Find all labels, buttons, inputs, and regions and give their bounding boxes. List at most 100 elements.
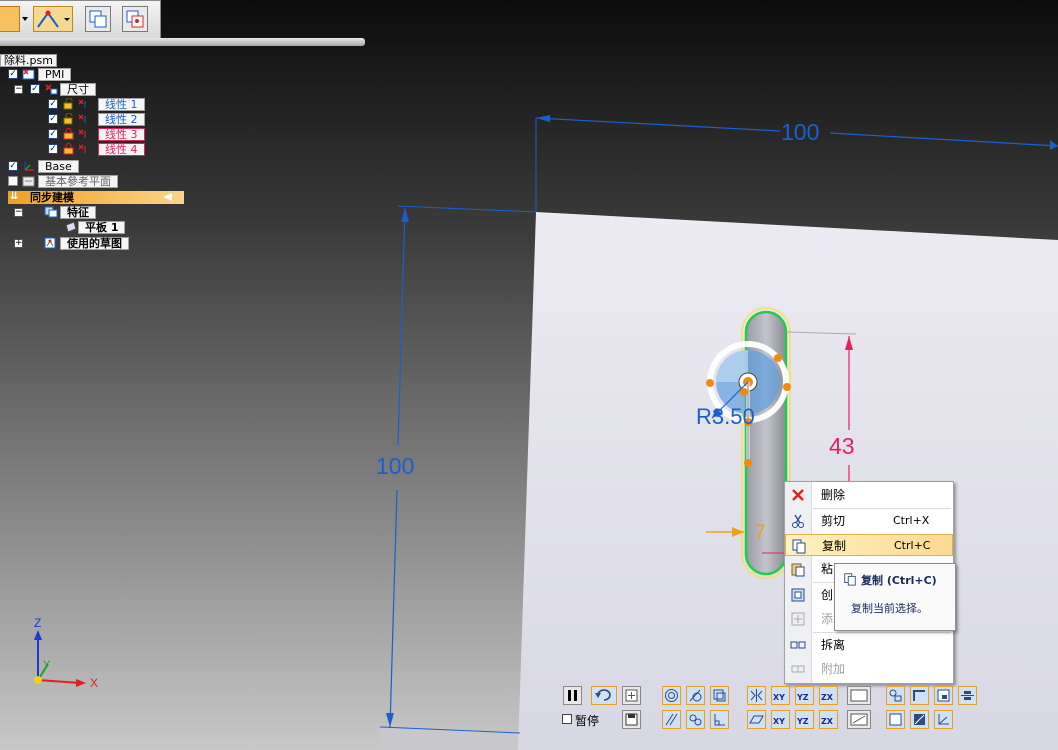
parallel-button[interactable] [662,710,681,729]
coplanar-button[interactable] [710,686,729,705]
undo-button[interactable] [591,686,617,705]
yz-label: YZ [797,717,809,726]
tooltip-title: 复制 (Ctrl+C) [861,574,937,587]
tree-label-base: Base [38,160,79,173]
zx-label: ZX [821,717,833,726]
face-icon [889,713,902,726]
menu-label-add: 添 [821,612,834,626]
tree-item-plate[interactable]: 平板 1 [78,221,126,234]
paste-icon [791,563,805,577]
dimension-radius-value[interactable]: R3.50 [696,404,755,430]
collapse-toggle-features[interactable]: − [14,208,23,217]
symmetric-zx-button[interactable]: ZX [819,686,838,705]
copy-view-button[interactable] [85,6,111,32]
handle-knob[interactable] [706,379,714,387]
handle-knob[interactable] [774,354,782,362]
checkbox-linear-4[interactable]: ✓ [48,144,58,154]
select-tool-button[interactable] [0,6,20,32]
undo-icon [595,689,611,701]
tree-item-linear-3[interactable]: 线性 3 [98,128,145,141]
add-button[interactable] [622,686,641,705]
handle-knob[interactable] [740,388,748,396]
tree-item-base-planes[interactable]: 基本參考平面 [38,175,118,188]
section-view-button[interactable] [122,6,148,32]
dimension-top-value[interactable]: 100 [781,119,819,146]
checkbox-linear-2[interactable]: ✓ [48,114,58,124]
tree-label-plate: 平板 1 [78,221,126,234]
save-button[interactable] [622,710,641,729]
section-icon [126,10,144,28]
sketch-tree-icon [44,237,56,249]
checkbox-linear-1[interactable]: ✓ [48,99,58,109]
tree-item-linear-2[interactable]: 线性 2 [98,113,145,126]
planar-custom-button[interactable] [847,710,871,729]
menu-item-copy[interactable]: 复制 Ctrl+C [785,534,953,556]
face-button[interactable] [886,710,905,729]
planar-icon [749,715,764,724]
tree-item-sync-modeling[interactable]: ⇊ 同步建模 [8,191,184,204]
planar-yz-button[interactable]: YZ [795,710,814,729]
menu-item-attach[interactable]: 附加 [785,658,953,680]
symmetric-xy-button[interactable]: XY [771,686,790,705]
linear-dimension-icon [78,114,86,123]
pmi-icon [22,69,35,80]
normal-icon [938,714,949,725]
create-icon [791,588,805,602]
equal-radius-button[interactable] [686,710,705,729]
tangent-button[interactable] [686,686,705,705]
tree-label-linear-3: 线性 3 [98,128,145,141]
menu-item-detach[interactable]: 拆离 [785,634,953,656]
face-lock-button[interactable] [934,686,953,705]
offset-button[interactable] [910,686,929,705]
tree-label-used-sketches: 使用的草图 [60,237,129,250]
yz-label: YZ [797,693,809,702]
bottom-command-bar: 暂停 XY YZ ZX XY YZ ZX [560,684,990,734]
concentric-button[interactable] [662,686,681,705]
tree-item-features[interactable]: 特征 [60,206,96,219]
tree-item-pmi[interactable]: PMI [38,68,72,81]
chevron-down-icon[interactable] [22,17,28,21]
rigid-icon [889,689,902,702]
linear-dimension-icon [78,99,86,108]
rigid-button[interactable] [886,686,905,705]
tree-item-base[interactable]: Base [38,160,79,173]
checkbox-linear-3[interactable]: ✓ [48,129,58,139]
planar-zx-button[interactable]: ZX [819,710,838,729]
dimension-width-value[interactable]: 7 [754,521,766,545]
collapse-toggle-dimensions[interactable]: − [14,85,23,94]
align-button[interactable] [958,686,977,705]
face-select-button[interactable] [910,710,929,729]
planar-button[interactable] [747,710,766,729]
detach-icon [790,641,806,649]
tree-item-used-sketches[interactable]: 使用的草图 [60,237,129,250]
perpendicular-button[interactable] [710,710,729,729]
pause-button[interactable] [563,686,582,705]
splitter-bar[interactable] [0,38,365,46]
dimension-height-value[interactable]: 43 [829,433,855,460]
tree-file-item[interactable]: 除料.psm [0,54,57,67]
normal-button[interactable] [934,710,953,729]
pause-checkbox[interactable] [562,714,572,724]
tree-item-linear-1[interactable]: 线性 1 [98,98,145,111]
symmetric-custom-button[interactable] [847,686,871,705]
checkbox-dimensions[interactable]: ✓ [30,84,40,94]
checkbox-base-planes[interactable] [8,176,18,186]
menu-item-delete[interactable]: 删除 [785,484,953,506]
handle-knob[interactable] [783,383,791,391]
menu-item-cut[interactable]: 剪切 Ctrl+X [785,510,953,532]
symmetric-yz-button[interactable]: YZ [795,686,814,705]
copy-icon [844,573,856,586]
tree-label-linear-1: 线性 1 [98,98,145,111]
tree-item-dimensions[interactable]: 尺寸 [60,83,96,96]
expand-toggle-sketches[interactable]: + [14,239,23,248]
checkbox-base[interactable]: ✓ [8,161,18,171]
checkbox-pmi[interactable]: ✓ [8,69,18,79]
dimension-left-value[interactable]: 100 [376,453,414,480]
planar-xy-button[interactable]: XY [771,710,790,729]
face-select-icon [914,714,925,725]
collapse-arrow-icon[interactable] [163,193,172,201]
symmetric-button[interactable] [747,686,766,705]
sketch-tool-button[interactable] [33,6,73,32]
handle-knob[interactable] [744,459,752,467]
tree-item-linear-4[interactable]: 线性 4 [98,143,145,156]
